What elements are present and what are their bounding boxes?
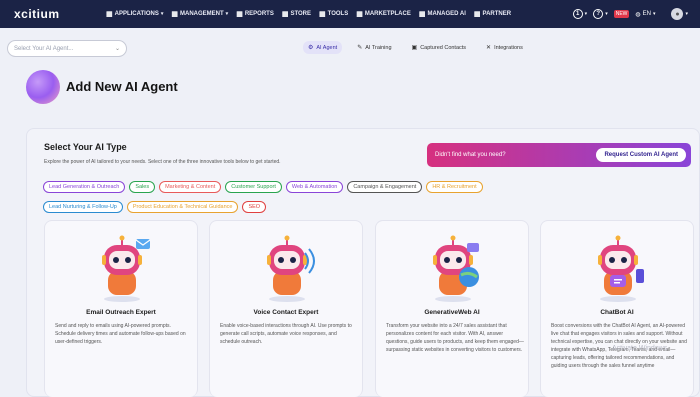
category-chip[interactable]: SEO	[242, 201, 267, 213]
chevron-down-icon: ▾	[160, 11, 164, 17]
voice-robot-icon-svg	[267, 235, 315, 302]
category-filters: Lead Generation & Outreach Sales Marketing…	[43, 181, 603, 213]
report-icon: ▦	[236, 11, 243, 18]
agent-tabs: ⚙ AI Agent ✎ AI Training ▣ Captured Contacts ✕…	[303, 41, 528, 54]
category-chip[interactable]: Web & Automation	[285, 181, 344, 193]
integrations-icon: ✕	[486, 45, 492, 51]
card-description: Enable voice-based interactions through …	[220, 323, 352, 345]
nav-item-tools[interactable]: ▦ TOOLS	[319, 10, 348, 18]
notifications-icon[interactable]: 1 ▾	[572, 9, 587, 19]
card-description: Transform your website into a 24/7 sales…	[386, 323, 524, 353]
category-chip[interactable]: Campaign & Engagement	[347, 181, 423, 193]
store-icon: ▦	[281, 11, 289, 18]
section-title: Select Your AI Type	[44, 142, 127, 152]
category-chip[interactable]: Customer Support	[225, 181, 282, 193]
main-nav: ▦ APPLICATIONS ▾ ▦ MANAGEMENT ▾ ▦ REPORTS ▦ STORE…	[106, 10, 511, 18]
chevron-down-icon: ▾	[225, 11, 229, 17]
email-robot-icon-svg	[102, 235, 151, 302]
tab-label: AI Training	[365, 44, 392, 51]
agent-card-email-outreach-expert[interactable]: Email Outreach Expert Send and reply to e…	[44, 220, 198, 397]
language-label: EN	[642, 11, 651, 17]
chat-robot-icon	[586, 235, 650, 303]
tools-icon: ▦	[319, 11, 326, 18]
nav-item-label: PARTNER	[482, 11, 512, 17]
custom-agent-banner: Didn't find what you need? Request Custo…	[427, 143, 691, 167]
new-badge: NEW	[613, 10, 630, 18]
category-chip[interactable]: Lead Nurturing & Follow-Up	[43, 201, 123, 213]
brand-logo[interactable]: xcitium	[14, 7, 106, 21]
nav-item-label: MANAGEMENT	[180, 11, 224, 17]
card-description: Send and reply to emails using AI-powere…	[55, 323, 186, 345]
nav-item-label: REPORTS	[244, 11, 274, 17]
nav-item-applications[interactable]: ▦ APPLICATIONS ▾	[106, 10, 163, 18]
agent-subbar: Select Your AI Agent... ⌄ ⚙ AI Agent ✎ AI T…	[0, 28, 700, 68]
banner-text: Didn't find what you need?	[435, 152, 506, 158]
nav-item-partner[interactable]: ▦ PARTNER	[474, 10, 511, 18]
nav-right: 1 ▾ ? ▾ NEW ◍ EN ▾ ● ▾	[572, 0, 700, 28]
page-title: Add New AI Agent	[66, 79, 178, 94]
contacts-icon: ▣	[411, 45, 418, 51]
nav-item-store[interactable]: ▦ STORE	[282, 10, 311, 18]
tab-label: AI Agent	[316, 44, 338, 51]
agent-card-voice-contact-expert[interactable]: Voice Contact Expert Enable voice-based i…	[209, 220, 363, 397]
managed-ai-icon: ▦	[418, 11, 426, 18]
nav-item-label: MANAGED AI	[427, 11, 466, 17]
agent-icon: ⚙	[308, 45, 314, 51]
grid-icon: ▦	[106, 11, 113, 18]
tab-ai-agent[interactable]: ⚙ AI Agent	[303, 41, 343, 54]
user-menu[interactable]: ● ▾	[671, 8, 688, 20]
tab-label: Integrations	[494, 44, 523, 51]
help-icon[interactable]: ? ▾	[593, 9, 608, 19]
email-robot-icon	[90, 235, 154, 303]
card-title: ChatBot AI	[600, 309, 634, 316]
language-select[interactable]: ◍ EN ▾	[635, 11, 655, 18]
web-robot-icon-svg	[433, 235, 479, 302]
nav-item-label: STORE	[290, 11, 312, 17]
section-description: Explore the power of AI tailored to your…	[44, 159, 281, 165]
agent-card-chatbot-ai[interactable]: ChatBot AI Boost conversions with the Cha…	[540, 220, 694, 397]
tab-captured-contacts[interactable]: ▣ Captured Contacts	[407, 41, 472, 54]
partner-icon: ▦	[473, 11, 481, 18]
calendar-icon[interactable]: NEW	[613, 10, 630, 18]
category-chip[interactable]: Product Education & Technical Guidance	[126, 201, 239, 213]
voice-robot-icon	[255, 235, 319, 303]
category-chip[interactable]: Lead Generation & Outreach	[43, 181, 126, 193]
card-title: Email Outreach Expert	[86, 309, 156, 316]
agent-select-placeholder: Select Your AI Agent...	[14, 45, 74, 52]
card-title: Voice Contact Expert	[253, 309, 319, 316]
nav-item-label: TOOLS	[327, 11, 349, 17]
nav-item-marketplace[interactable]: ▦ MARKETPLACE	[356, 10, 411, 18]
tab-ai-training[interactable]: ✎ AI Training	[352, 41, 396, 54]
nav-item-management[interactable]: ▦ MANAGEMENT ▾	[171, 10, 228, 18]
agent-card-generativeweb-ai[interactable]: GenerativeWeb AI Transform your website i…	[375, 220, 529, 397]
agent-select[interactable]: Select Your AI Agent... ⌄	[7, 40, 127, 57]
avatar: ●	[671, 8, 684, 20]
chat-robot-icon-svg	[598, 235, 644, 302]
marketplace-icon: ▦	[356, 11, 363, 18]
nav-item-managed-ai[interactable]: ▦ MANAGED AI	[419, 10, 466, 18]
tab-integrations[interactable]: ✕ Integrations	[481, 41, 528, 54]
chevron-down-icon: ⌄	[114, 46, 120, 52]
card-title: GenerativeWeb AI	[424, 309, 480, 316]
gear-icon: ▦	[171, 11, 178, 18]
category-chip[interactable]: HR & Recruitment	[426, 181, 483, 193]
training-icon: ✎	[357, 45, 363, 51]
tab-label: Captured Contacts	[420, 44, 467, 51]
ai-orb-icon	[26, 70, 60, 104]
top-navbar: xcitium ▦ APPLICATIONS ▾ ▦ MANAGEMENT ▾ ▦ REPOR…	[0, 0, 700, 28]
nav-item-reports[interactable]: ▦ REPORTS	[236, 10, 274, 18]
web-robot-icon	[421, 235, 485, 303]
category-chip[interactable]: Sales	[129, 181, 156, 193]
nav-item-label: MARKETPLACE	[364, 11, 411, 17]
activate-windows-watermark: Activate Windows	[612, 345, 668, 352]
nav-item-label: APPLICATIONS	[114, 11, 159, 17]
category-chip[interactable]: Marketing & Content	[159, 181, 222, 193]
request-custom-agent-button[interactable]: Request Custom AI Agent	[596, 148, 686, 162]
globe-icon: ◍	[635, 11, 641, 18]
notif-count: 1	[572, 9, 583, 19]
